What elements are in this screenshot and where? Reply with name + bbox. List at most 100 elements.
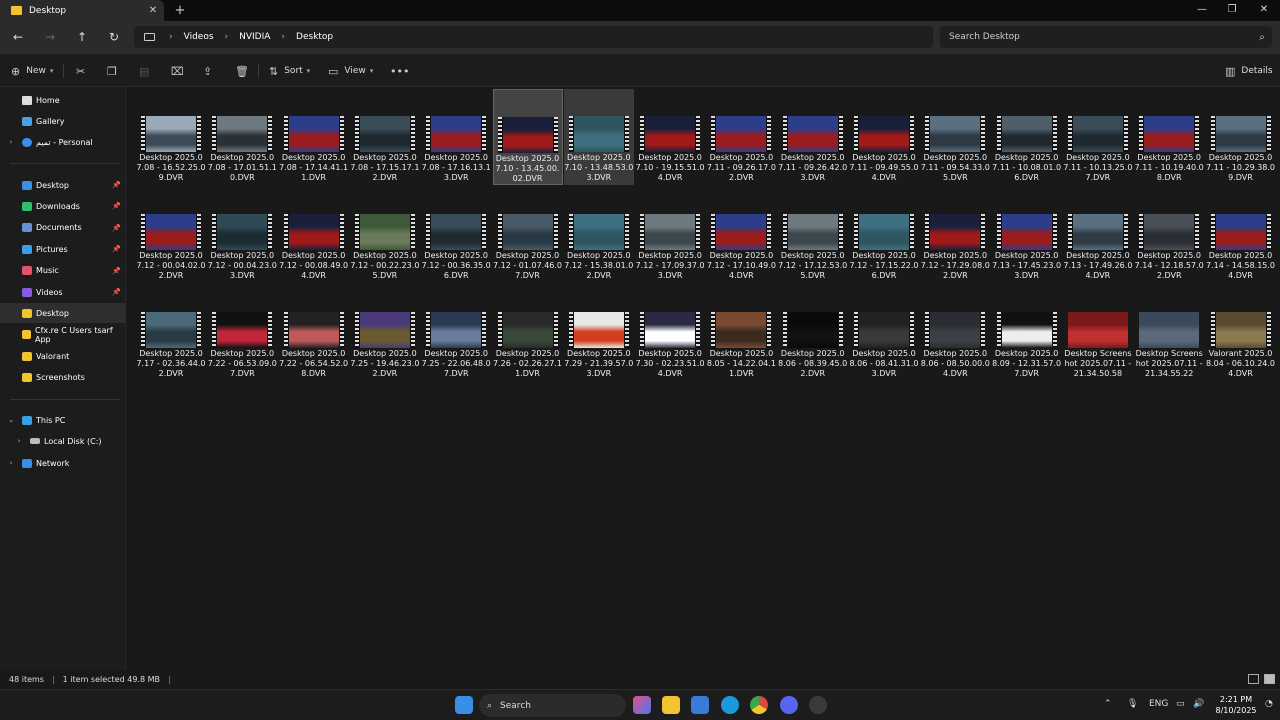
sidebar-item-onedrive[interactable]: › تميم - Personal (0, 132, 126, 152)
file-item[interactable]: Desktop 2025.07.25 - 22.06.48.07.DVR (421, 285, 491, 381)
file-item[interactable]: Desktop 2025.07.12 - 17.12.53.05.DVR (778, 187, 848, 283)
chevron-right-icon[interactable]: › (14, 437, 24, 445)
tab-desktop[interactable]: Desktop ✕ (0, 0, 164, 21)
file-item[interactable]: Desktop 2025.07.08 - 17.01.51.10.DVR (207, 89, 277, 185)
file-item[interactable]: Desktop 2025.07.14 - 12.18.57.02.DVR (1134, 187, 1204, 283)
file-item[interactable]: Desktop 2025.07.10 - 13.48.53.03.DVR (563, 89, 634, 185)
file-item[interactable]: Desktop 2025.07.11 - 09.54.33.05.DVR (920, 89, 990, 185)
clock[interactable]: 2:21 PM 8/10/2025 (1212, 694, 1260, 716)
share-button[interactable]: ⇪ (203, 62, 212, 80)
sidebar-item-music[interactable]: Music 📌 (0, 261, 126, 281)
sidebar-item-valorant[interactable]: Valorant (0, 346, 126, 366)
file-item[interactable]: Desktop 2025.07.26 - 02.26.27.11.DVR (493, 285, 563, 381)
file-item[interactable]: Desktop 2025.07.12 - 17.15.22.06.DVR (849, 187, 919, 283)
file-item[interactable]: Desktop 2025.07.17 - 02.36.44.02.DVR (136, 285, 206, 381)
file-item[interactable]: Desktop 2025.07.22 - 06.54.52.08.DVR (279, 285, 349, 381)
search-icon[interactable]: ⌕ (1252, 32, 1272, 43)
file-item[interactable]: Desktop 2025.07.12 - 01.07.46.07.DVR (493, 187, 563, 283)
edge-icon[interactable] (721, 696, 739, 714)
copilot-icon[interactable] (633, 696, 651, 714)
cut-button[interactable]: ✂ (76, 62, 85, 80)
sort-button[interactable]: ⇅ Sort ▾ (269, 62, 310, 80)
file-item[interactable]: Valorant 2025.08.04 - 06.10.24.04.DVR (1206, 285, 1276, 381)
file-item[interactable]: Desktop 2025.07.10 - 19.15.51.04.DVR (635, 89, 705, 185)
sidebar-item-local-disk[interactable]: › Local Disk (C:) (0, 431, 126, 451)
file-item[interactable]: Desktop 2025.07.30 - 02.23.51.04.DVR (635, 285, 705, 381)
sidebar-item-documents[interactable]: Documents 📌 (0, 218, 126, 238)
paste-button[interactable]: ▤ (139, 62, 149, 80)
notification-icon[interactable]: ◔ (1265, 699, 1273, 709)
delete-button[interactable]: 🗑 (235, 62, 249, 80)
rename-button[interactable]: ⌧ (171, 62, 184, 80)
chrome-icon[interactable] (750, 696, 768, 714)
sidebar-item-desktop[interactable]: Desktop 📌 (0, 175, 126, 195)
sidebar-item-cfx-re-c-users-tsarf-app[interactable]: Cfx.re C Users tsarf App (0, 325, 126, 345)
file-item[interactable]: Desktop 2025.08.09 - 12.31.57.07.DVR (992, 285, 1062, 381)
address-bar[interactable]: › Videos › NVIDIA › Desktop (134, 26, 933, 48)
chevron-right-icon[interactable]: › (6, 459, 16, 467)
file-item[interactable]: Desktop 2025.07.08 - 17.14.41.11.DVR (279, 89, 349, 185)
sidebar-item-home[interactable]: Home (0, 90, 126, 110)
copy-button[interactable]: ❐ (107, 62, 117, 80)
file-item[interactable]: Desktop 2025.07.12 - 17.10.49.04.DVR (706, 187, 776, 283)
sidebar-item-screenshots[interactable]: Screenshots (0, 368, 126, 388)
new-button[interactable]: ⊕ New ▾ (11, 62, 53, 80)
file-item[interactable]: Desktop 2025.07.08 - 16.52.25.09.DVR (136, 89, 206, 185)
language-indicator[interactable]: ENG (1149, 699, 1168, 709)
file-item[interactable]: Desktop 2025.07.11 - 10.19.40.08.DVR (1134, 89, 1204, 185)
file-item[interactable]: Desktop 2025.07.12 - 00.22.23.05.DVR (350, 187, 420, 283)
store-icon[interactable] (691, 696, 709, 714)
sidebar-item-pictures[interactable]: Pictures 📌 (0, 239, 126, 259)
file-item[interactable]: Desktop 2025.08.05 - 14.22.04.11.DVR (706, 285, 776, 381)
chevron-up-icon[interactable]: ⌃ (1104, 699, 1112, 709)
volume-icon[interactable]: 🔊 (1193, 699, 1204, 709)
file-item[interactable]: Desktop Screenshot 2025.07.11 - 21.34.55… (1134, 285, 1204, 381)
file-item[interactable]: Desktop 2025.07.08 - 17.16.13.13.DVR (421, 89, 491, 185)
sidebar-item-gallery[interactable]: Gallery (0, 111, 126, 131)
close-window-button[interactable]: ✕ (1249, 0, 1279, 21)
file-item[interactable]: Desktop 2025.08.06 - 08.50.00.04.DVR (920, 285, 990, 381)
refresh-button[interactable]: ↻ (104, 28, 124, 46)
view-button[interactable]: ▭ View ▾ (328, 62, 373, 80)
breadcrumb-desktop[interactable]: Desktop (296, 32, 333, 42)
file-item[interactable]: Desktop 2025.07.12 - 00.36.35.06.DVR (421, 187, 491, 283)
file-item[interactable]: Desktop 2025.07.12 - 17.09.37.03.DVR (635, 187, 705, 283)
sidebar-item-this-pc[interactable]: ⌄ This PC (0, 410, 126, 430)
file-explorer-icon[interactable] (662, 696, 680, 714)
file-item[interactable]: Desktop 2025.07.13 - 17.49.26.04.DVR (1063, 187, 1133, 283)
microphone-icon[interactable]: 🎙 (1127, 699, 1138, 709)
tiles-view-toggle[interactable] (1264, 674, 1275, 684)
file-item[interactable]: Desktop 2025.08.06 - 08.41.31.03.DVR (849, 285, 919, 381)
sidebar-item-network[interactable]: › Network (0, 453, 126, 473)
app-icon[interactable] (809, 696, 827, 714)
start-icon[interactable] (455, 696, 473, 714)
more-options-button[interactable]: ••• (390, 62, 409, 80)
sidebar-item-downloads[interactable]: Downloads 📌 (0, 196, 126, 216)
file-item[interactable]: Desktop 2025.07.12 - 00.08.49.04.DVR (279, 187, 349, 283)
file-item[interactable]: Desktop 2025.07.22 - 06.53.09.07.DVR (207, 285, 277, 381)
file-item[interactable]: Desktop 2025.07.12 - 17.29.08.02.DVR (920, 187, 990, 283)
search-box[interactable]: Search Desktop ⌕ (940, 26, 1272, 48)
details-view-toggle[interactable] (1248, 674, 1259, 684)
forward-button[interactable]: → (40, 28, 60, 46)
file-item[interactable]: Desktop 2025.07.13 - 17.45.23.03.DVR (992, 187, 1062, 283)
file-item[interactable]: Desktop 2025.07.29 - 21.39.57.03.DVR (564, 285, 634, 381)
file-item[interactable]: Desktop 2025.07.11 - 10.13.25.07.DVR (1063, 89, 1133, 185)
close-tab-icon[interactable]: ✕ (142, 5, 164, 16)
file-item[interactable]: Desktop 2025.07.11 - 09.49.55.04.DVR (849, 89, 919, 185)
file-item[interactable]: Desktop 2025.07.11 - 09.26.17.02.DVR (706, 89, 776, 185)
chevron-right-icon[interactable]: › (6, 138, 16, 146)
file-item[interactable]: Desktop Screenshot 2025.07.11 - 21.34.50… (1063, 285, 1133, 381)
minimize-button[interactable]: — (1187, 0, 1217, 21)
sidebar-item-desktop[interactable]: Desktop (0, 303, 126, 324)
file-item[interactable]: Desktop 2025.07.11 - 09.26.42.03.DVR (778, 89, 848, 185)
new-tab-button[interactable]: + (172, 3, 188, 19)
details-button[interactable]: ▥ Details (1225, 62, 1273, 80)
file-item[interactable]: Desktop 2025.07.25 - 19.46.23.02.DVR (350, 285, 420, 381)
chevron-down-icon[interactable]: ⌄ (6, 416, 16, 424)
file-item[interactable]: Desktop 2025.07.12 - 15.38.01.02.DVR (564, 187, 634, 283)
file-item[interactable]: Desktop 2025.07.10 - 13.45.00.02.DVR (492, 89, 563, 185)
discord-icon[interactable] (780, 696, 798, 714)
file-item[interactable]: Desktop 2025.07.11 - 10.08.01.06.DVR (992, 89, 1062, 185)
file-item[interactable]: Desktop 2025.08.06 - 08.39.45.02.DVR (778, 285, 848, 381)
